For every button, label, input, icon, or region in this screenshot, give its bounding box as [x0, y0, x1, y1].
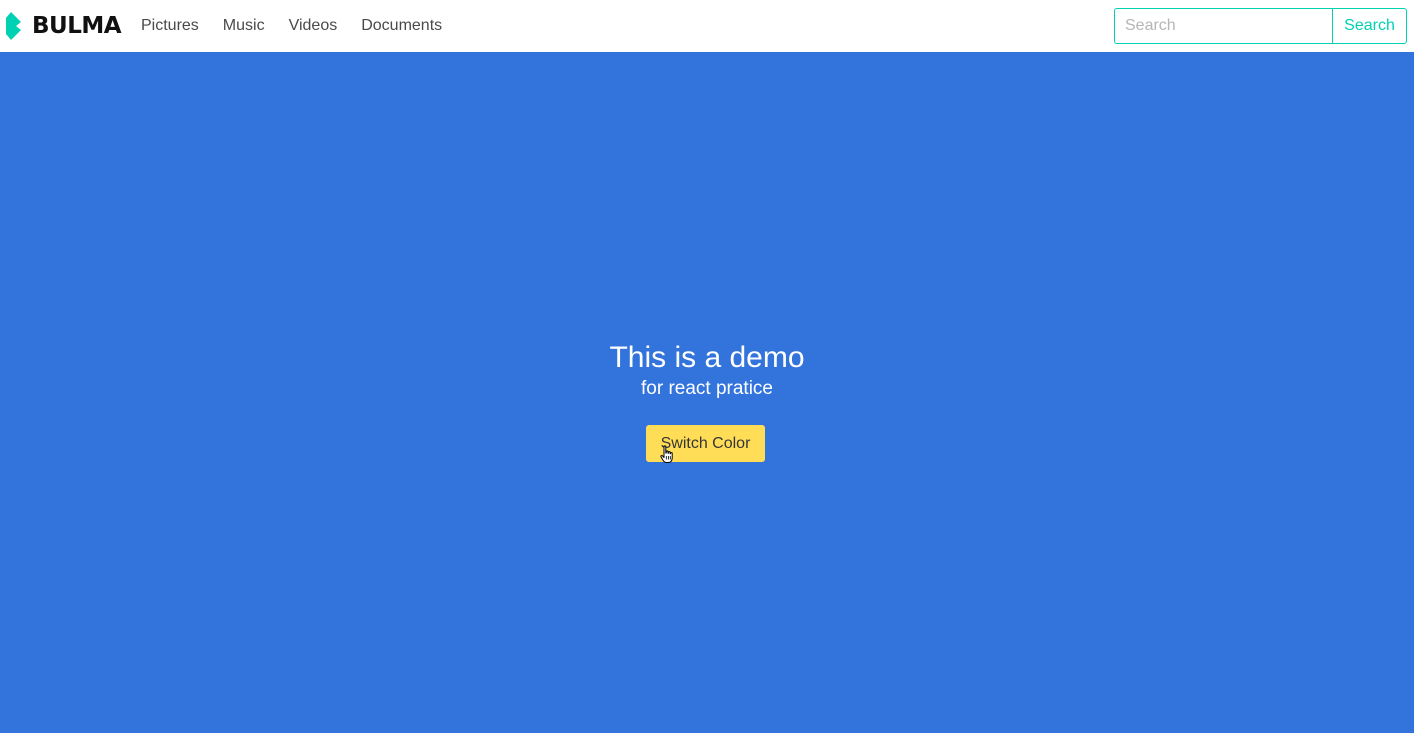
- hero-subtitle: for react pratice: [641, 378, 773, 399]
- nav-item-music[interactable]: Music: [211, 0, 277, 52]
- hero-title: This is a demo: [609, 341, 805, 374]
- hero-section: This is a demo for react pratice Switch …: [0, 52, 1414, 733]
- nav-item-documents[interactable]: Documents: [349, 0, 454, 52]
- search-input[interactable]: [1114, 8, 1332, 44]
- search-button[interactable]: Search: [1332, 8, 1407, 44]
- nav-item-pictures[interactable]: Pictures: [129, 0, 211, 52]
- brand-name: BULMA: [32, 13, 122, 39]
- brand-logo-link[interactable]: BULMA: [6, 12, 122, 40]
- nav-item-videos[interactable]: Videos: [277, 0, 350, 52]
- top-navbar: BULMA Pictures Music Videos Documents Se…: [0, 0, 1414, 52]
- nav-menu: Pictures Music Videos Documents: [129, 0, 454, 52]
- hand-pointer-icon: [660, 445, 673, 463]
- bulma-logo-icon: [6, 12, 21, 40]
- search-group: Search: [1114, 8, 1407, 44]
